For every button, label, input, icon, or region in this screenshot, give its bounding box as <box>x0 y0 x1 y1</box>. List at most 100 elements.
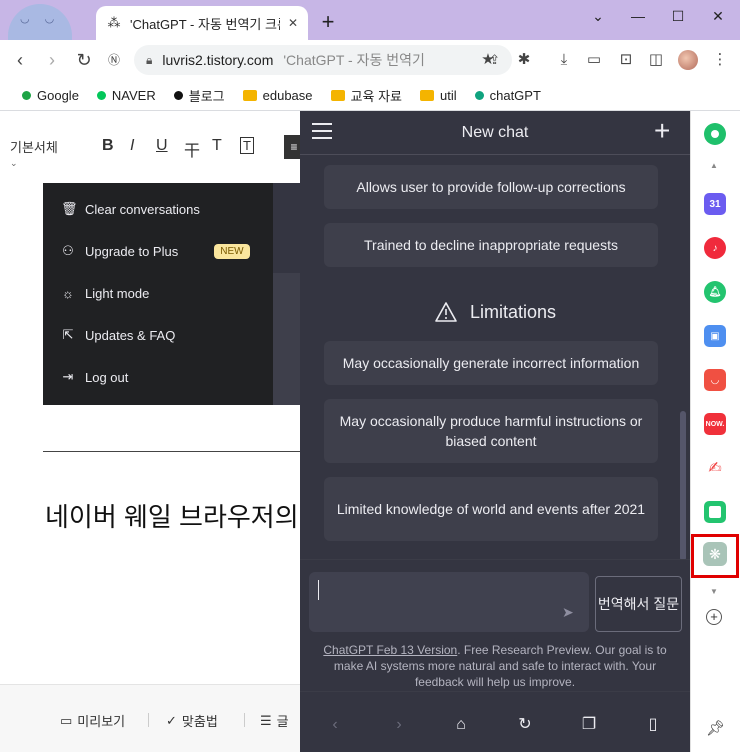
strikethrough-button[interactable]: 干 <box>184 137 200 161</box>
panel-forward-icon[interactable]: › <box>388 714 410 736</box>
whale-mascot-icon: ◡ ◡ <box>8 4 72 44</box>
logout-icon: ⇥ <box>62 369 74 384</box>
bookmark-blog[interactable]: 블로그 <box>173 86 225 105</box>
scroll-down-icon[interactable]: ▼ <box>710 587 718 596</box>
chat-title: New chat <box>461 124 529 141</box>
folder-icon <box>330 89 345 101</box>
naver-extension-icon[interactable]: Ⓝ <box>102 48 126 72</box>
text-color-button[interactable]: T <box>212 137 222 155</box>
bookmark-naver[interactable]: NAVER <box>96 88 156 103</box>
whale-sidebar: ▲ 31 ♪ 🔔︎ ▣ ◡ NOW. ✍ ❋ ▼ + 📌︎ <box>690 111 740 752</box>
preview-button[interactable]: ▭ 미리보기 <box>60 711 125 730</box>
panel-nav-bar: ‹ › ⌂ ↻ ❐ ▯ <box>300 691 690 752</box>
bookmark-util[interactable]: util <box>419 88 457 103</box>
chat-footnote: ChatGPT Feb 13 Version. Free Research Pr… <box>323 643 667 689</box>
menu-kebab-icon[interactable]: ⋮ <box>708 48 732 72</box>
limitation-card[interactable]: May occasionally generate incorrect info… <box>324 341 658 385</box>
bookmark-edu-materials[interactable]: 교육 자료 <box>330 86 402 105</box>
tab-strip: ◡ ◡ ⁂ 'ChatGPT - 자동 번역기 크롬 확 ✕ + ⌄ — ☐ ✕ <box>0 0 740 44</box>
chatgpt-page-header <box>273 183 300 273</box>
calendar-icon[interactable]: 31 <box>704 193 726 215</box>
blog-editor: 기본서체 ⌄ B I U 干 T T ≡ 🗑︎ Clear conversation… <box>0 111 300 752</box>
bookmark-star-icon[interactable]: ★ <box>476 48 500 72</box>
close-window-button[interactable]: ✕ <box>698 0 738 32</box>
tab-title: 'ChatGPT - 자동 번역기 크롬 확 <box>130 16 280 32</box>
folder-icon <box>419 89 434 101</box>
bold-button[interactable]: B <box>102 137 114 155</box>
bookmark-chatgpt[interactable]: chatGPT <box>474 88 541 103</box>
music-icon[interactable]: ♪ <box>704 237 726 259</box>
download-icon[interactable]: ⤓ <box>552 48 576 72</box>
new-chat-plus-icon[interactable]: + <box>654 117 670 145</box>
tab-close-icon[interactable]: ✕ <box>288 16 298 30</box>
menu-light-mode[interactable]: ☼ Light mode <box>61 283 149 303</box>
panel-back-icon[interactable]: ‹ <box>324 714 346 736</box>
whale-green-icon[interactable] <box>704 123 726 145</box>
extensions-icon[interactable]: ✱ <box>512 48 536 72</box>
font-select[interactable]: 기본서체 ⌄ <box>10 137 58 169</box>
version-link[interactable]: ChatGPT Feb 13 Version <box>323 643 457 657</box>
reload-button[interactable]: ↻ <box>72 48 96 72</box>
menu-log-out[interactable]: ⇥ Log out <box>61 367 129 387</box>
limitation-card[interactable]: May occasionally produce harmful instruc… <box>324 399 658 463</box>
menu-updates-faq[interactable]: ⇱ Updates & FAQ <box>61 325 176 345</box>
page-title-hint: 'ChatGPT - 자동 번역기 <box>283 52 425 68</box>
trash-icon: 🗑︎ <box>61 201 78 216</box>
back-button[interactable]: ‹ <box>8 48 32 72</box>
now-icon[interactable]: NOW. <box>704 413 726 435</box>
chatgpt-icon <box>474 90 484 100</box>
browser-tab[interactable]: ⁂ 'ChatGPT - 자동 번역기 크롬 확 ✕ <box>96 6 308 40</box>
forward-button[interactable]: › <box>40 48 64 72</box>
chat-scrollbar[interactable] <box>680 411 686 561</box>
chatgpt-sidepanel: New chat + Allows user to provide follow… <box>300 111 690 752</box>
post-heading[interactable]: 네이버 웨일 브라우저의 <box>45 497 299 534</box>
blog-icon <box>173 90 183 100</box>
capability-card[interactable]: Allows user to provide follow-up correct… <box>324 165 658 209</box>
naver-icon <box>96 90 106 100</box>
split-view-icon[interactable]: ◫ <box>644 48 668 72</box>
italic-button[interactable]: I <box>130 137 134 155</box>
screen: ◡ ◡ ⁂ 'ChatGPT - 자동 번역기 크롬 확 ✕ + ⌄ — ☐ ✕… <box>0 0 740 752</box>
more-button[interactable]: ☰ 글 <box>260 711 289 730</box>
panel-mobile-view-icon[interactable]: ▯ <box>642 714 664 736</box>
add-sidebar-app-icon[interactable]: + <box>706 609 722 625</box>
panel-home-icon[interactable]: ⌂ <box>450 714 472 736</box>
spellcheck-button[interactable]: ✓ 맞춤법 <box>166 711 218 730</box>
menu-upgrade-plus[interactable]: ⚇ Upgrade to Plus NEW <box>61 241 250 261</box>
minimize-button[interactable]: — <box>618 0 658 32</box>
maximize-button[interactable]: ☐ <box>658 0 698 32</box>
toolbox-icon[interactable]: ▣ <box>704 325 726 347</box>
limitation-card[interactable]: Limited knowledge of world and events af… <box>324 477 658 541</box>
pocket-icon[interactable]: ◡ <box>704 369 726 391</box>
scroll-up-icon[interactable]: ▲ <box>710 161 718 170</box>
warning-triangle-icon <box>435 302 457 322</box>
new-tab-button[interactable]: + <box>316 10 340 34</box>
url-text: luvris2.tistory.com <box>162 52 274 68</box>
profile-avatar[interactable] <box>678 50 698 70</box>
chat-message-input[interactable] <box>309 572 589 632</box>
pin-icon[interactable]: 📌︎ <box>706 719 725 737</box>
chatgpt-sidebar-icon[interactable]: ❋ <box>703 542 727 566</box>
capture-icon[interactable]: ⊡ <box>614 48 638 72</box>
capability-card[interactable]: Trained to decline inappropriate request… <box>324 223 658 267</box>
signature-icon[interactable]: ✍ <box>704 457 726 479</box>
tab-search-button[interactable]: ⌄ <box>578 0 618 32</box>
underline-button[interactable]: U <box>156 137 168 155</box>
send-arrow-icon[interactable]: ➤ <box>562 604 574 621</box>
panel-reload-icon[interactable]: ↻ <box>514 714 536 736</box>
translate-and-ask-button[interactable]: 번역해서 질문 <box>595 576 682 632</box>
editor-bottom-bar: ▭ 미리보기 ✓ 맞춤법 ☰ 글 <box>0 684 300 752</box>
bookmark-edubase[interactable]: edubase <box>242 88 313 103</box>
bookmark-google[interactable]: Google <box>22 88 79 103</box>
bookmarks-bar: Google NAVER 블로그 edubase 교육 자료 util chat… <box>0 82 740 108</box>
align-button[interactable]: ≡ <box>284 135 300 159</box>
video-icon[interactable]: ▭ <box>582 48 606 72</box>
text-bg-button[interactable]: T <box>240 137 254 154</box>
spell-icon: ✓ <box>166 712 177 728</box>
memo-icon[interactable] <box>704 501 726 523</box>
panel-tabs-icon[interactable]: ❐ <box>578 714 600 736</box>
notification-bell-icon[interactable]: 🔔︎ <box>704 281 726 303</box>
address-bar[interactable]: 🔒︎ luvris2.tistory.com 'ChatGPT - 자동 번역기… <box>134 45 512 75</box>
menu-clear-conversations[interactable]: 🗑︎ Clear conversations <box>61 199 200 219</box>
bar-divider <box>244 713 245 727</box>
